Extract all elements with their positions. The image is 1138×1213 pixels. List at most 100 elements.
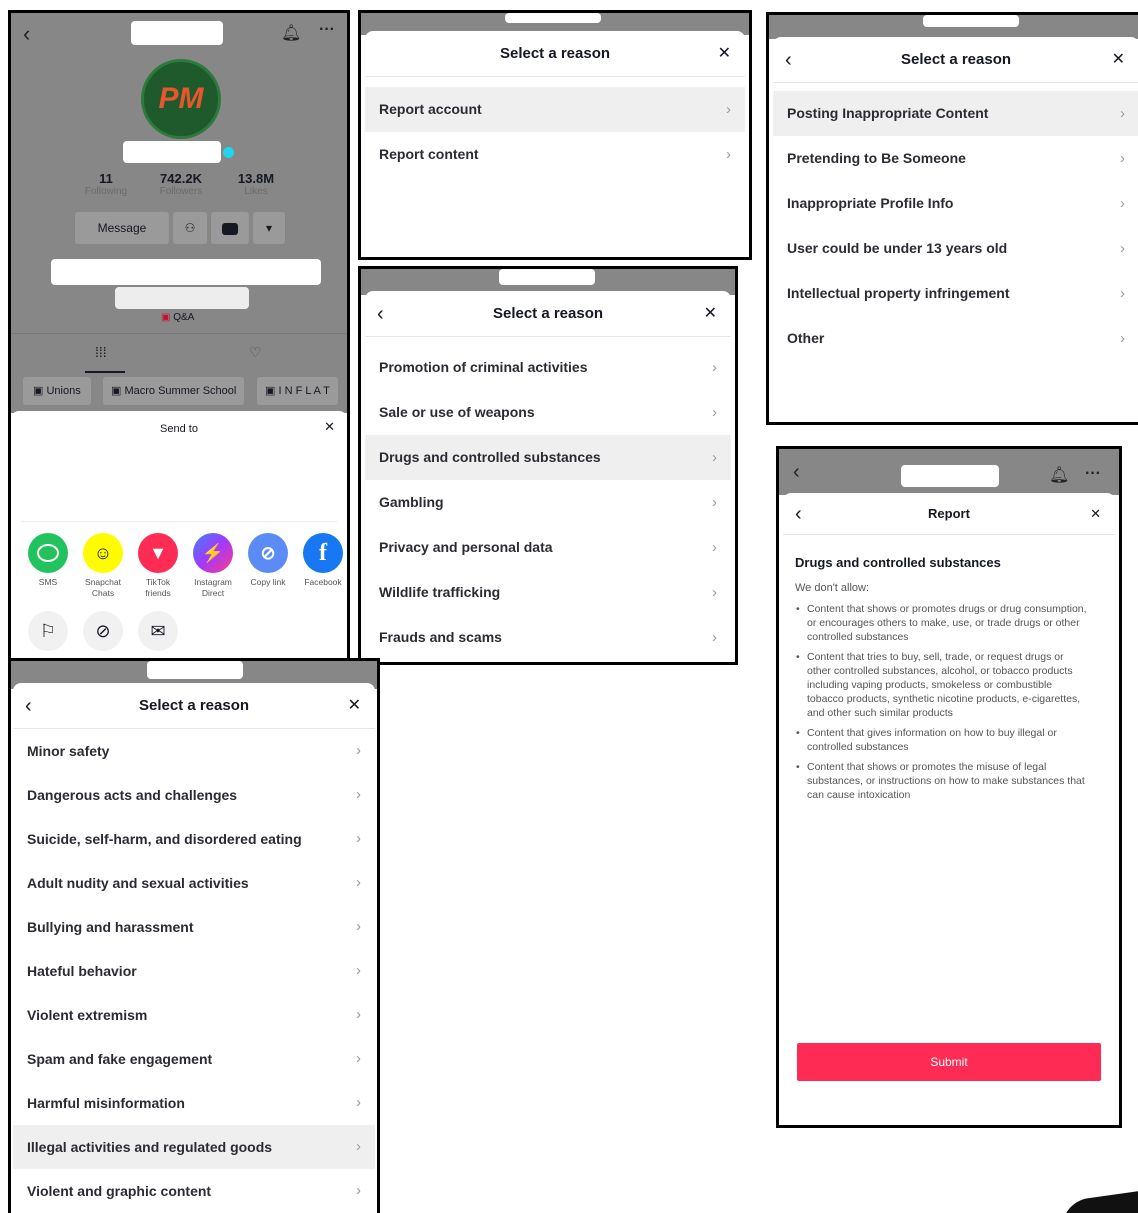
reason-option[interactable]: Drugs and controlled substances › [365,435,731,480]
share-instagram-direct[interactable]: ⚡ Instagram Direct [190,533,236,599]
share-copy-link[interactable]: ⊘ Copy link [245,533,291,588]
close-icon[interactable]: ✕ [704,291,717,337]
reason-option[interactable]: User could be under 13 years old › [773,226,1138,271]
playlist-chip[interactable]: ▣ Unions [23,377,91,405]
select-reason-sheet: ‹ Select a reason ✕ Minor safety › Danger… [13,683,375,1213]
chevron-down-icon: ▾ [265,221,273,235]
qa-link[interactable]: ▣ Q&A [161,312,194,323]
playlist-chip[interactable]: ▣ Macro Summer School [103,377,245,405]
account-reasons-panel: ‹ Select a reason ✕ Posting Inappropriat… [766,12,1138,425]
more-icon[interactable]: ··· [319,21,335,39]
bell-icon[interactable]: 🔔︎ [1049,465,1069,485]
reason-option[interactable]: Adult nudity and sexual activities › [13,861,375,905]
report-account-option[interactable]: Report account › [365,87,745,132]
option-label: Promotion of criminal activities [379,359,588,375]
reason-option[interactable]: Inappropriate Profile Info › [773,181,1138,226]
policy-bullets: Content that shows or promotes drugs or … [795,602,1103,802]
back-icon[interactable]: ‹ [23,21,30,47]
sheet-title: Select a reason [499,45,611,62]
option-label: Violent extremism [27,1007,148,1023]
option-label: Posting Inappropriate Content [787,105,989,121]
reason-option[interactable]: Intellectual property infringement › [773,271,1138,316]
option-label: Frauds and scams [379,629,502,645]
share-tiktok-friends[interactable]: ▼ TikTok friends [135,533,181,599]
dropdown-button[interactable]: ▾ [253,212,285,244]
chevron-right-icon: › [1120,330,1125,347]
stat-value: 11 [99,171,113,186]
reason-option[interactable]: Hateful behavior › [13,949,375,993]
grid-tab-icon[interactable]: ⁞⁞⁞ [95,344,107,360]
username-redacted [147,661,243,679]
chevron-right-icon: › [712,494,717,511]
reason-option[interactable]: Promotion of criminal activities › [365,345,731,390]
back-icon[interactable]: ‹ [793,461,800,484]
option-label: Adult nudity and sexual activities [27,875,249,891]
option-label: Suicide, self-harm, and disordered eatin… [27,831,302,847]
submit-button[interactable]: Submit [797,1043,1101,1081]
close-icon[interactable]: ✕ [324,419,335,435]
reason-option[interactable]: Privacy and personal data › [365,525,731,570]
close-icon[interactable]: ✕ [348,683,361,729]
block-icon: ⊘ [95,620,111,641]
close-icon[interactable]: ✕ [1090,493,1101,535]
avatar: PM [141,59,221,139]
policy-bullet: Content that gives information on how to… [795,726,1089,754]
chevron-right-icon: › [356,1094,361,1111]
send-message-action[interactable]: ✉ [138,611,178,651]
messenger-icon: ⚡ [193,533,233,573]
share-sheet: Send to ✕ SMS ☺ Snapchat Chats ▼ TikTok … [11,411,347,659]
more-icon[interactable]: ··· [1085,465,1101,483]
chevron-right-icon: › [1120,285,1125,302]
option-label: Report content [379,146,479,162]
reason-option[interactable]: Pretending to Be Someone › [773,136,1138,181]
chevron-right-icon: › [1120,240,1125,257]
chevron-right-icon: › [712,404,717,421]
reason-option[interactable]: Violent and graphic content › [13,1169,375,1213]
playlist-chip[interactable]: ▣ I N F L A T [257,377,338,405]
stat-followers[interactable]: 742.2K Followers [146,171,216,197]
message-button[interactable]: Message [75,212,169,244]
reason-option[interactable]: Harmful misinformation › [13,1081,375,1125]
stat-likes[interactable]: 13.8M Likes [221,171,291,197]
reason-option[interactable]: Other › [773,316,1138,361]
stat-following[interactable]: 11 Following [71,171,141,197]
share-sms[interactable]: SMS [25,533,71,588]
reason-option[interactable]: Sale or use of weapons › [365,390,731,435]
qa-label: Q&A [173,312,195,323]
share-label: SMS [38,577,58,587]
block-action[interactable]: ⊘ [83,611,123,651]
bell-icon[interactable]: 🔔︎ [281,23,301,43]
report-content-option[interactable]: Report content › [365,132,745,177]
liked-tab-icon[interactable]: ♡ [249,344,262,361]
reason-option[interactable]: Wildlife trafficking › [365,570,731,615]
reason-option[interactable]: Gambling › [365,480,731,525]
follow-user-button[interactable]: ⚇ [173,212,207,244]
reason-option[interactable]: Spam and fake engagement › [13,1037,375,1081]
reason-option[interactable]: Suicide, self-harm, and disordered eatin… [13,817,375,861]
reason-option[interactable]: Posting Inappropriate Content › [773,91,1138,136]
chevron-right-icon: › [712,539,717,556]
sheet-title: Select a reason [900,51,1012,68]
report-action[interactable]: ⚐ [28,611,68,651]
reason-option[interactable]: Minor safety › [13,729,375,773]
share-label: TikTok friends [145,577,171,598]
close-icon[interactable]: ✕ [718,31,731,77]
username-redacted [923,15,1019,27]
option-label: Bullying and harassment [27,919,194,935]
reason-option[interactable]: Illegal activities and regulated goods › [13,1125,375,1169]
qa-icon: ▣ [161,312,171,323]
share-sheet-divider [21,521,337,522]
reason-option[interactable]: Dangerous acts and challenges › [13,773,375,817]
facebook-icon: f [303,533,343,573]
youtube-button[interactable] [211,212,249,244]
share-label: Copy link [250,577,286,587]
share-facebook[interactable]: f Facebook [300,533,346,588]
option-label: Pretending to Be Someone [787,150,966,166]
reason-option[interactable]: Frauds and scams › [365,615,731,660]
share-snapchat[interactable]: ☺ Snapchat Chats [80,533,126,599]
reason-option[interactable]: Violent extremism › [13,993,375,1037]
reason-option[interactable]: Bullying and harassment › [13,905,375,949]
close-icon[interactable]: ✕ [1112,37,1125,83]
playlist-icon: ▣ [33,385,47,397]
playlist-label: Unions [46,385,81,397]
